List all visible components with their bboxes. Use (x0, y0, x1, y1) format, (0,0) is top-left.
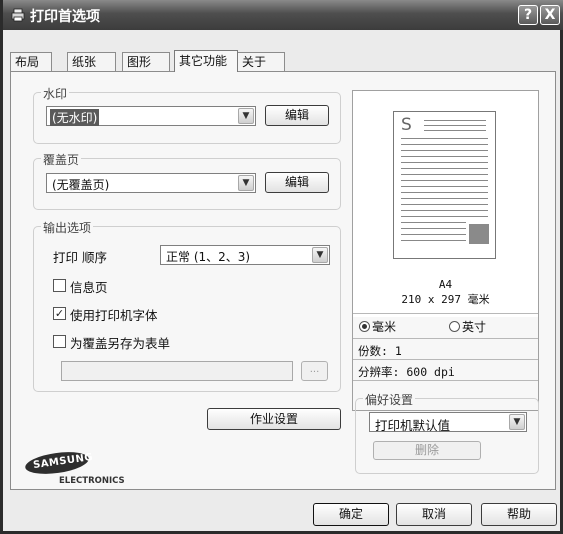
cancel-button[interactable]: 取消 (396, 503, 472, 526)
print-order-select[interactable]: 正常 (1、2、3) ▼ (160, 245, 330, 265)
info-page-label: 信息页 (70, 280, 108, 295)
ok-button[interactable]: 确定 (313, 503, 389, 526)
paper-letter: S (401, 115, 412, 135)
title-bar[interactable]: 打印首选项 ? X (3, 0, 563, 30)
save-overlay-label: 为覆盖另存为表单 (70, 336, 171, 351)
chevron-down-icon[interactable]: ▼ (312, 247, 328, 263)
overlay-edit-button[interactable]: 编辑 (265, 172, 329, 193)
info-page-checkbox[interactable] (53, 279, 66, 292)
delete-button[interactable]: 删除 (373, 441, 481, 460)
help-button[interactable]: 帮助 (481, 503, 557, 526)
image-block (469, 224, 489, 244)
paper-preview: S (393, 111, 496, 259)
copies-readout: 份数: 1 (358, 344, 402, 358)
chevron-down-icon[interactable]: ▼ (509, 414, 525, 430)
watermark-value: (无水印) (50, 109, 100, 126)
tab-layout[interactable]: 布局 (10, 52, 52, 71)
paper-name: A4 (438, 278, 453, 291)
tab-paper[interactable]: 纸张 (67, 52, 116, 71)
overlay-path-field[interactable] (61, 361, 293, 381)
chevron-down-icon[interactable]: ▼ (238, 108, 254, 124)
paper-preview-area: S A4 210 x 297 毫米 (353, 91, 538, 317)
watermark-select[interactable]: (无水印) ▼ (46, 106, 256, 126)
print-order-label: 打印 顺序 (53, 250, 107, 265)
overlay-value: (无覆盖页) (52, 178, 110, 192)
favorites-group-title: 偏好设置 (363, 391, 416, 408)
tab-about[interactable]: 关于 (237, 52, 285, 71)
favorites-group: 偏好设置 (355, 391, 539, 474)
help-icon[interactable]: ? (518, 5, 538, 25)
print-order-value: 正常 (1、2、3) (166, 250, 251, 264)
preview-pane: S A4 210 x 297 毫米 毫米 英寸 份数: 1 分辨率: 600 d… (352, 90, 539, 411)
logo-sub: ELECTRONICS (59, 476, 125, 486)
unit-mm-radio[interactable] (359, 321, 370, 332)
favorites-select[interactable]: 打印机默认值 ▼ (369, 412, 527, 433)
output-options-group-title: 输出选项 (41, 219, 94, 236)
save-overlay-checkbox[interactable] (53, 335, 66, 348)
printer-icon (11, 8, 25, 22)
tab-graphics[interactable]: 图形 (122, 52, 170, 71)
overlay-group-title: 覆盖页 (41, 151, 82, 168)
unit-mm-label: 毫米 (372, 320, 397, 334)
chevron-down-icon[interactable]: ▼ (238, 175, 254, 191)
favorites-value: 打印机默认值 (375, 418, 451, 433)
printer-fonts-label: 使用打印机字体 (70, 308, 158, 323)
paper-dimensions: 210 x 297 毫米 (401, 293, 490, 306)
browse-button[interactable]: ... (301, 361, 328, 381)
watermark-edit-button[interactable]: 编辑 (265, 105, 329, 126)
watermark-group-title: 水印 (41, 85, 70, 102)
unit-inch-label: 英寸 (462, 320, 487, 334)
job-settings-button[interactable]: 作业设置 (207, 408, 341, 430)
window-title: 打印首选项 (30, 9, 100, 25)
overlay-select[interactable]: (无覆盖页) ▼ (46, 173, 256, 193)
close-icon[interactable]: X (540, 5, 560, 25)
printer-fonts-checkbox[interactable]: ✓ (53, 307, 66, 320)
resolution-readout: 分辨率: 600 dpi (358, 365, 455, 379)
tab-other-features[interactable]: 其它功能 (174, 50, 238, 72)
unit-inch-radio[interactable] (449, 321, 460, 332)
print-preferences-window: 打印首选项 ? X 布局 纸张 图形 其它功能 关于 水印 (无水印) ▼ 编辑… (0, 0, 563, 534)
